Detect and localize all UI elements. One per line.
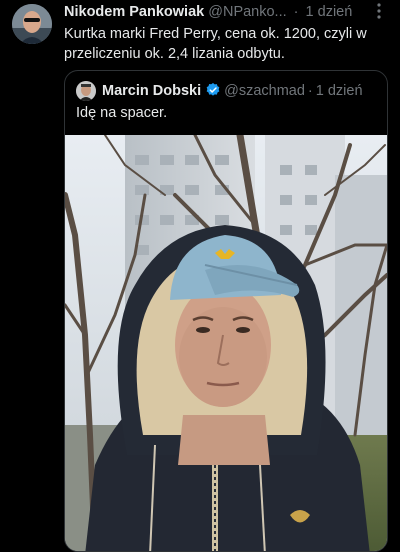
quoted-author-handle[interactable]: @szachmad <box>224 83 305 99</box>
quoted-tweet-header: Marcin Dobski @szachmad · 1 dzień <box>102 81 379 101</box>
timestamp[interactable]: 1 dzień <box>306 4 353 20</box>
separator: · <box>293 4 299 20</box>
quoted-timestamp[interactable]: 1 dzień <box>316 83 363 99</box>
tweet-text: Kurtka marki Fred Perry, cena ok. 1200, … <box>64 26 367 62</box>
more-vertical-icon[interactable] <box>370 2 388 20</box>
separator: · <box>307 83 313 99</box>
tweet-header: Nikodem Pankowiak @NPanko... · 1 dzień <box>64 4 390 22</box>
verified-badge-icon <box>205 82 221 104</box>
quoted-tweet-text: Idę na spacer. <box>76 105 168 121</box>
author-avatar[interactable] <box>12 4 52 44</box>
quoted-author-name[interactable]: Marcin Dobski <box>102 83 201 99</box>
quoted-tweet-photo[interactable] <box>65 135 387 551</box>
quoted-author-avatar[interactable] <box>76 81 96 101</box>
author-name[interactable]: Nikodem Pankowiak <box>64 4 204 20</box>
quoted-tweet[interactable]: Marcin Dobski @szachmad · 1 dzień Idę na sp… <box>64 70 388 552</box>
tweet[interactable]: Nikodem Pankowiak @NPanko... · 1 dzień K… <box>0 0 400 552</box>
author-handle[interactable]: @NPanko... <box>208 4 286 20</box>
